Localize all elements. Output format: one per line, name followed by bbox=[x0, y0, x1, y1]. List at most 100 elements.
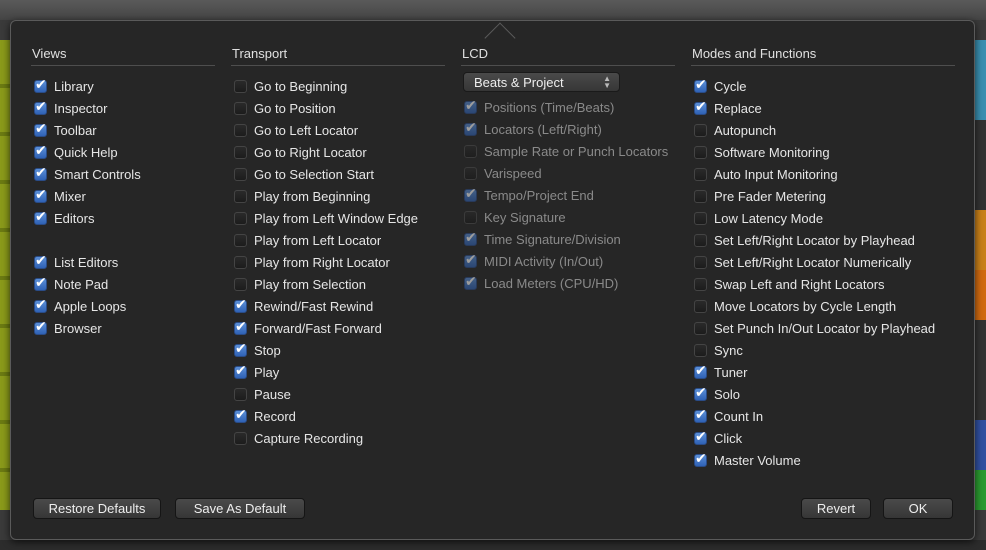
modes-checkbox-item[interactable]: Cycle bbox=[691, 75, 955, 97]
checkbox-unchecked-icon[interactable] bbox=[234, 145, 247, 159]
checkbox-unchecked-icon[interactable] bbox=[694, 299, 707, 313]
checkbox-unchecked-icon[interactable] bbox=[234, 123, 247, 137]
checkbox-checked-icon[interactable] bbox=[694, 77, 707, 93]
modes-checkbox-item[interactable]: Tuner bbox=[691, 361, 955, 383]
views-checkbox-item[interactable]: Toolbar bbox=[31, 119, 215, 141]
transport-checkbox-item[interactable]: Play from Left Window Edge bbox=[231, 207, 445, 229]
checkbox-unchecked-icon[interactable] bbox=[694, 167, 707, 181]
modes-checkbox-item[interactable]: Set Left/Right Locator Numerically bbox=[691, 251, 955, 273]
lcd-mode-select[interactable]: Beats & Project ▲ ▼ bbox=[463, 72, 620, 92]
checkbox-checked-icon[interactable] bbox=[694, 429, 707, 445]
checkbox-checked-icon[interactable] bbox=[694, 407, 707, 423]
checkbox-checked-icon[interactable] bbox=[694, 99, 707, 115]
views-checkbox-item[interactable]: Quick Help bbox=[31, 141, 215, 163]
checkbox-checked-icon[interactable] bbox=[464, 120, 477, 136]
views-checkbox-item[interactable]: Editors bbox=[31, 207, 215, 229]
checkbox-checked-icon[interactable] bbox=[34, 253, 47, 269]
checkbox-checked-icon[interactable] bbox=[234, 407, 247, 423]
modes-checkbox-item[interactable]: Master Volume bbox=[691, 449, 955, 471]
checkbox-checked-icon[interactable] bbox=[34, 187, 47, 203]
modes-checkbox-item[interactable]: Move Locators by Cycle Length bbox=[691, 295, 955, 317]
checkbox-checked-icon[interactable] bbox=[234, 341, 247, 357]
checkbox-unchecked-icon[interactable] bbox=[234, 211, 247, 225]
checkbox-unchecked-icon[interactable] bbox=[234, 167, 247, 181]
checkbox-unchecked-icon[interactable] bbox=[694, 123, 707, 137]
checkbox-checked-icon[interactable] bbox=[34, 165, 47, 181]
views-checkbox-item[interactable]: Smart Controls bbox=[31, 163, 215, 185]
transport-checkbox-item[interactable]: Go to Beginning bbox=[231, 75, 445, 97]
checkbox-checked-icon[interactable] bbox=[34, 275, 47, 291]
transport-checkbox-item[interactable]: Go to Right Locator bbox=[231, 141, 445, 163]
transport-checkbox-item[interactable]: Go to Selection Start bbox=[231, 163, 445, 185]
checkbox-checked-icon[interactable] bbox=[234, 319, 247, 335]
modes-checkbox-item[interactable]: Swap Left and Right Locators bbox=[691, 273, 955, 295]
transport-checkbox-item[interactable]: Go to Left Locator bbox=[231, 119, 445, 141]
transport-checkbox-item[interactable]: Play bbox=[231, 361, 445, 383]
checkbox-unchecked-icon[interactable] bbox=[234, 101, 247, 115]
lcd-checkbox-item[interactable]: Key Signature bbox=[461, 206, 675, 228]
revert-button[interactable]: Revert bbox=[801, 498, 871, 519]
lcd-checkbox-item[interactable]: Tempo/Project End bbox=[461, 184, 675, 206]
lcd-checkbox-item[interactable]: Time Signature/Division bbox=[461, 228, 675, 250]
checkbox-checked-icon[interactable] bbox=[694, 451, 707, 467]
modes-checkbox-item[interactable]: Software Monitoring bbox=[691, 141, 955, 163]
checkbox-unchecked-icon[interactable] bbox=[694, 233, 707, 247]
lcd-checkbox-item[interactable]: Sample Rate or Punch Locators bbox=[461, 140, 675, 162]
modes-checkbox-item[interactable]: Low Latency Mode bbox=[691, 207, 955, 229]
checkbox-unchecked-icon[interactable] bbox=[464, 210, 477, 224]
checkbox-checked-icon[interactable] bbox=[234, 297, 247, 313]
checkbox-unchecked-icon[interactable] bbox=[694, 211, 707, 225]
transport-checkbox-item[interactable]: Stop bbox=[231, 339, 445, 361]
checkbox-checked-icon[interactable] bbox=[464, 252, 477, 268]
modes-checkbox-item[interactable]: Sync bbox=[691, 339, 955, 361]
checkbox-checked-icon[interactable] bbox=[464, 230, 477, 246]
views-checkbox-item[interactable]: Apple Loops bbox=[31, 295, 215, 317]
modes-checkbox-item[interactable]: Count In bbox=[691, 405, 955, 427]
checkbox-checked-icon[interactable] bbox=[34, 297, 47, 313]
checkbox-checked-icon[interactable] bbox=[694, 385, 707, 401]
lcd-checkbox-item[interactable]: Positions (Time/Beats) bbox=[461, 96, 675, 118]
checkbox-checked-icon[interactable] bbox=[464, 98, 477, 114]
transport-checkbox-item[interactable]: Forward/Fast Forward bbox=[231, 317, 445, 339]
transport-checkbox-item[interactable]: Go to Position bbox=[231, 97, 445, 119]
transport-checkbox-item[interactable]: Capture Recording bbox=[231, 427, 445, 449]
transport-checkbox-item[interactable]: Play from Beginning bbox=[231, 185, 445, 207]
lcd-checkbox-item[interactable]: MIDI Activity (In/Out) bbox=[461, 250, 675, 272]
checkbox-checked-icon[interactable] bbox=[464, 274, 477, 290]
modes-checkbox-item[interactable]: Solo bbox=[691, 383, 955, 405]
views-checkbox-item[interactable]: List Editors bbox=[31, 251, 215, 273]
views-checkbox-item[interactable]: Library bbox=[31, 75, 215, 97]
checkbox-checked-icon[interactable] bbox=[34, 77, 47, 93]
lcd-checkbox-item[interactable]: Locators (Left/Right) bbox=[461, 118, 675, 140]
checkbox-checked-icon[interactable] bbox=[34, 99, 47, 115]
checkbox-unchecked-icon[interactable] bbox=[234, 189, 247, 203]
transport-checkbox-item[interactable]: Record bbox=[231, 405, 445, 427]
checkbox-unchecked-icon[interactable] bbox=[234, 255, 247, 269]
save-as-default-button[interactable]: Save As Default bbox=[175, 498, 305, 519]
checkbox-checked-icon[interactable] bbox=[34, 319, 47, 335]
checkbox-unchecked-icon[interactable] bbox=[464, 166, 477, 180]
views-checkbox-item[interactable]: Mixer bbox=[31, 185, 215, 207]
checkbox-unchecked-icon[interactable] bbox=[234, 431, 247, 445]
checkbox-unchecked-icon[interactable] bbox=[234, 79, 247, 93]
transport-checkbox-item[interactable]: Play from Left Locator bbox=[231, 229, 445, 251]
restore-defaults-button[interactable]: Restore Defaults bbox=[33, 498, 161, 519]
checkbox-unchecked-icon[interactable] bbox=[234, 233, 247, 247]
views-checkbox-item[interactable]: Browser bbox=[31, 317, 215, 339]
checkbox-unchecked-icon[interactable] bbox=[694, 145, 707, 159]
transport-checkbox-item[interactable]: Play from Selection bbox=[231, 273, 445, 295]
modes-checkbox-item[interactable]: Set Punch In/Out Locator by Playhead bbox=[691, 317, 955, 339]
checkbox-checked-icon[interactable] bbox=[694, 363, 707, 379]
checkbox-checked-icon[interactable] bbox=[34, 143, 47, 159]
modes-checkbox-item[interactable]: Replace bbox=[691, 97, 955, 119]
ok-button[interactable]: OK bbox=[883, 498, 953, 519]
checkbox-checked-icon[interactable] bbox=[34, 209, 47, 225]
transport-checkbox-item[interactable]: Pause bbox=[231, 383, 445, 405]
modes-checkbox-item[interactable]: Click bbox=[691, 427, 955, 449]
modes-checkbox-item[interactable]: Autopunch bbox=[691, 119, 955, 141]
checkbox-unchecked-icon[interactable] bbox=[694, 321, 707, 335]
checkbox-unchecked-icon[interactable] bbox=[464, 144, 477, 158]
checkbox-checked-icon[interactable] bbox=[464, 186, 477, 202]
modes-checkbox-item[interactable]: Set Left/Right Locator by Playhead bbox=[691, 229, 955, 251]
modes-checkbox-item[interactable]: Auto Input Monitoring bbox=[691, 163, 955, 185]
